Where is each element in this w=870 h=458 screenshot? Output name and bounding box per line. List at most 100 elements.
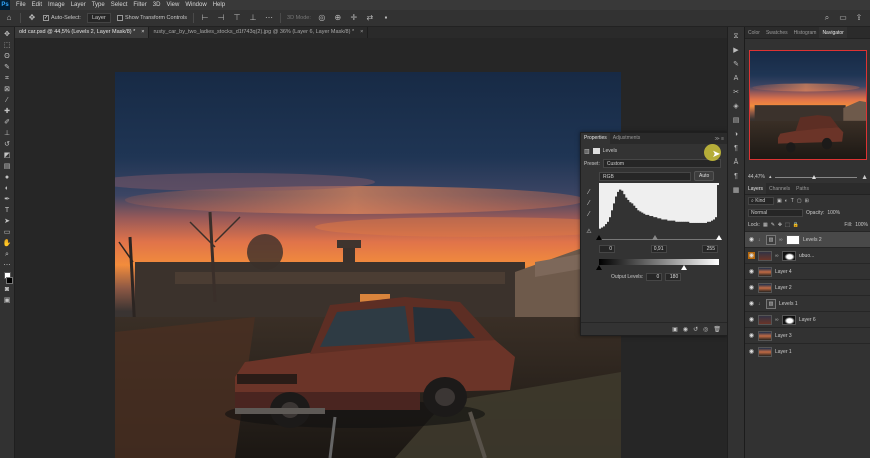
layer-row[interactable]: ◉ Layer 1 [745,343,870,359]
3d-slide-icon[interactable]: ⇄ [365,13,375,23]
quick-select-tool-icon[interactable]: ✎ [2,63,13,73]
input-black-handle[interactable] [596,235,602,240]
tab-color[interactable]: Color [745,27,763,38]
menu-filter[interactable]: Filter [130,2,149,8]
chain-link-icon[interactable]: ∞ [775,253,779,259]
input-slider[interactable] [596,235,722,243]
menu-image[interactable]: Image [45,2,68,8]
layer-name[interactable]: Layer 4 [775,269,792,275]
workspace-icon[interactable]: ▭ [838,13,848,23]
visibility-eye-icon[interactable]: ◉ [748,316,755,323]
filter-shape-icon[interactable]: ▢ [797,198,802,204]
layer-mask-thumbnail[interactable] [782,250,796,261]
document-tab[interactable]: rusty_car_by_two_ladies_stocks_d1f743q(2… [149,27,369,38]
layer-thumbnail[interactable] [758,266,772,277]
zoom-tool-icon[interactable]: ⌕ [2,250,13,260]
align-right-icon[interactable]: ⊤ [232,13,242,23]
output-white-field[interactable]: 180 [665,273,682,281]
frame-tool-icon[interactable]: ⊠ [2,85,13,95]
zoom-out-icon[interactable]: ▴ [769,174,772,180]
align-left-icon[interactable]: ⊢ [200,13,210,23]
layer-mask-icon[interactable] [592,148,600,154]
view-previous-icon[interactable]: ◉ [683,326,688,333]
adjustments-icon[interactable]: ◑ [731,130,741,140]
visibility-eye-icon[interactable]: ◉ [748,268,755,275]
home-icon[interactable]: ⌂ [4,13,14,23]
distribute-icon[interactable]: ⋯ [264,13,274,23]
tab-adjustments[interactable]: Adjustments [610,133,644,144]
menu-3d[interactable]: 3D [150,2,164,8]
layer-row[interactable]: ◉ ↓ ▥ ∞ Levels 2 [745,231,870,247]
menu-view[interactable]: View [163,2,182,8]
document-tab-active[interactable]: old car.psd @ 44,5% (Levels 2, Layer Mas… [15,27,150,38]
more-tools-icon[interactable]: ⋯ [2,261,13,271]
kind-filter-dropdown[interactable]: ⌕ Kind [748,197,774,205]
gradient-tool-icon[interactable]: ▤ [2,162,13,172]
layer-row[interactable]: ◉ ∞ Layer 6 [745,311,870,327]
filter-pixel-icon[interactable]: ▣ [777,198,782,204]
glyphs-icon[interactable]: Ā [731,158,741,168]
zoom-slider[interactable] [775,174,858,179]
crop-tool-icon[interactable]: ⌗ [2,74,13,84]
3d-pan-icon[interactable]: ✛ [349,13,359,23]
white-point-eyedropper-icon[interactable]: ⁄ [588,211,589,218]
fill-value[interactable]: 100% [855,222,868,228]
paragraph-icon[interactable]: ¶ [731,144,741,154]
input-white-field[interactable]: 255 [702,245,718,253]
menu-layer[interactable]: Layer [68,2,89,8]
actions-icon[interactable]: ▶ [731,46,741,56]
menu-edit[interactable]: Edit [29,2,45,8]
rectangle-tool-icon[interactable]: ▭ [2,228,13,238]
align-top-icon[interactable]: ⊥ [248,13,258,23]
properties-icon[interactable]: ▤ [731,116,741,126]
menu-help[interactable]: Help [210,2,228,8]
opacity-value[interactable]: 100% [827,210,840,216]
filter-smart-object-icon[interactable]: ⊞ [805,198,809,204]
libraries-icon[interactable]: ▦ [731,186,741,196]
layer-name[interactable]: Layer 6 [799,317,816,323]
output-slider[interactable] [596,265,719,271]
menu-type[interactable]: Type [89,2,108,8]
zoom-value[interactable]: 44,47% [748,174,765,180]
tab-properties[interactable]: Properties [581,133,610,144]
panel-menu-icon[interactable]: ≫ ≡ [714,136,727,142]
background-color-swatch[interactable] [6,277,13,284]
trash-icon[interactable]: 🗑 [713,326,721,333]
share-icon[interactable]: ⇪ [854,13,864,23]
layer-name[interactable]: Layer 1 [775,349,792,355]
move-tool-icon[interactable]: ✥ [27,13,37,23]
layer-name[interactable]: Levels 1 [779,301,798,307]
gray-point-eyedropper-icon[interactable]: ⁄ [588,200,589,207]
filter-type-icon[interactable]: T [791,198,794,204]
eraser-tool-icon[interactable]: ◩ [2,151,13,161]
3d-icon[interactable]: ◈ [731,102,741,112]
visibility-icon[interactable]: ◎ [703,326,708,333]
character-icon[interactable]: A [731,74,741,84]
output-black-handle[interactable] [596,265,602,270]
navigator-preview[interactable] [749,50,867,160]
healing-brush-tool-icon[interactable]: ✚ [2,107,13,117]
tab-channels[interactable]: Channels [766,183,793,194]
layer-row[interactable]: ◉ Layer 2 [745,279,870,295]
align-center-icon[interactable]: ⊣ [216,13,226,23]
clone-stamp-tool-icon[interactable]: ⊥ [2,129,13,139]
chain-link-icon[interactable]: ∞ [779,237,783,243]
type-tool-icon[interactable]: T [2,206,13,216]
input-black-field[interactable]: 0 [599,245,615,253]
filter-adjustment-icon[interactable]: ◐ [785,198,788,204]
dodge-tool-icon[interactable]: ◐ [2,184,13,194]
layer-name[interactable]: Levels 2 [803,237,822,243]
blur-tool-icon[interactable]: ● [2,173,13,183]
layer-mask-thumbnail[interactable] [782,314,796,325]
screen-mode-icon[interactable]: ▣ [2,296,13,306]
lock-artboard-icon[interactable]: ⬚ [785,222,790,228]
lasso-tool-icon[interactable]: ʘ [2,52,13,62]
marquee-tool-icon[interactable]: ⬚ [2,41,13,51]
clipping-warning-icon[interactable]: ⚠ [586,228,591,235]
layer-thumbnail[interactable] [758,282,772,293]
eyedropper-tool-icon[interactable]: ⁄ [2,96,13,106]
lock-position-icon[interactable]: ✥ [778,222,782,228]
reset-icon[interactable]: ↺ [693,326,698,333]
visibility-eye-icon[interactable]: ◉ [748,332,755,339]
paragraph-styles-icon[interactable]: ¶ [731,172,741,182]
